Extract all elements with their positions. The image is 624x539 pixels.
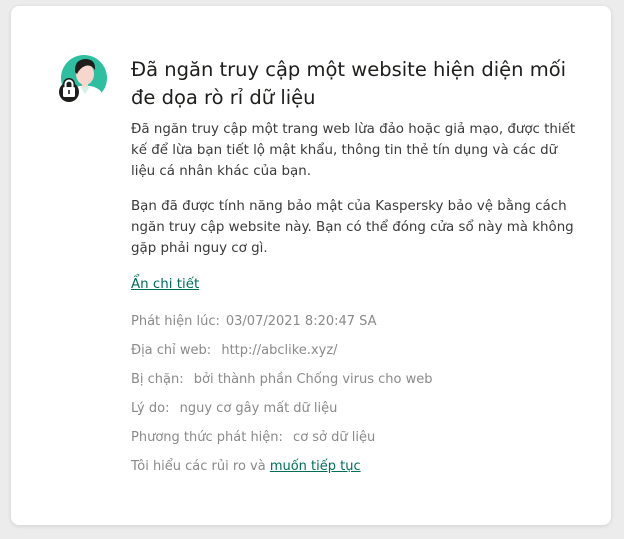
hide-details-link[interactable]: Ẩn chi tiết: [131, 275, 199, 295]
risk-acknowledge-text: Tôi hiểu các rủi ro và: [131, 459, 266, 474]
continue-row: Tôi hiểu các rủi ro và muốn tiếp tục: [131, 457, 361, 477]
protection-paragraph: Bạn đã được tính năng bảo mật của Kasper…: [131, 199, 574, 256]
continue-link[interactable]: muốn tiếp tục: [270, 459, 361, 474]
web-address-value: http://abclike.xyz/: [221, 343, 338, 358]
blocked-by-row: Bị chặn: bởi thành phần Chống virus cho …: [131, 370, 433, 390]
web-address-row: Địa chỉ web: http://abclike.xyz/: [131, 341, 338, 361]
detection-method-label: Phương thức phát hiện:: [131, 430, 283, 445]
web-address-label: Địa chỉ web:: [131, 343, 212, 358]
detection-method-value: cơ sở dữ liệu: [293, 430, 376, 445]
user-lock-icon: [58, 54, 108, 104]
detected-time-row: Phát hiện lúc: 03/07/2021 8:20:47 SA: [131, 312, 377, 332]
blocked-by-label: Bị chặn:: [131, 372, 184, 387]
dialog-title: Đã ngăn truy cập một website hiện diện m…: [131, 58, 567, 109]
detected-time-value: 03/07/2021 8:20:47 SA: [225, 314, 377, 329]
description-paragraph: Đã ngăn truy cập một trang web lừa đảo h…: [131, 122, 576, 179]
blocked-by-value: bởi thành phần Chống virus cho web: [193, 372, 433, 387]
reason-value: nguy cơ gây mất dữ liệu: [179, 401, 338, 416]
detection-method-row: Phương thức phát hiện: cơ sở dữ liệu: [131, 428, 375, 448]
blocked-website-dialog: Đã ngăn truy cập một website hiện diện m…: [11, 6, 611, 525]
reason-row: Lý do: nguy cơ gây mất dữ liệu: [131, 399, 337, 419]
reason-label: Lý do:: [131, 401, 170, 416]
detected-time-label: Phát hiện lúc:: [131, 314, 220, 329]
